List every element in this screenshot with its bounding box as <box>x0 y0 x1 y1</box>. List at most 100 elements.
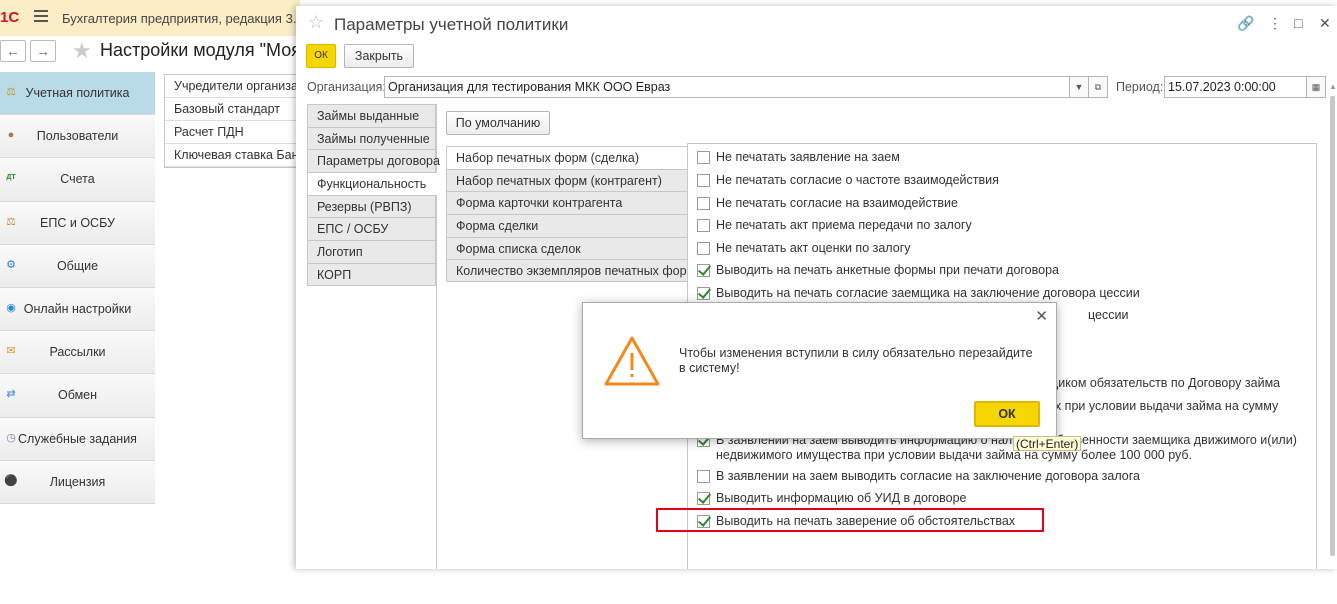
tab-logo[interactable]: Логотип <box>307 240 436 263</box>
dropdown-arrow-icon[interactable]: ▼ <box>1069 76 1089 98</box>
arrow-left-icon[interactable]: ← <box>0 40 26 62</box>
clock-icon: ◷ <box>6 431 16 444</box>
checkbox[interactable] <box>697 242 710 255</box>
subtab-print-forms-deal[interactable]: Набор печатных форм (сделка) <box>446 146 688 169</box>
checkbox[interactable] <box>697 174 710 187</box>
app-header: 1С Бухгалтерия предприятия, редакция 3.0… <box>0 0 312 36</box>
sidebar-item-label: Рассылки <box>49 345 106 360</box>
sidebar-item-label: Служебные задания <box>18 431 137 446</box>
option-no-print-pledge-transfer-act[interactable]: Не печатать акт приема передачи по залог… <box>697 218 1306 233</box>
highlight-box <box>656 508 1044 532</box>
period-label: Период: <box>1116 80 1164 94</box>
favorite-star-icon[interactable]: ★ <box>72 38 92 64</box>
sidebar-item-label: ЕПС и ОСБУ <box>40 215 115 230</box>
sidebar-item-accounts[interactable]: ДТ Счета <box>0 158 155 202</box>
scroll-thumb[interactable] <box>1330 96 1335 556</box>
option-print-cession-consent[interactable]: Выводить на печать согласие заемщика на … <box>697 286 1306 301</box>
tab-functionality[interactable]: Функциональность <box>307 172 437 195</box>
accounting-policy-window: ☆ Параметры учетной политики 🔗 ⋮ □ ✕ ОК … <box>296 6 1337 569</box>
more-icon[interactable]: ⋮ <box>1268 15 1282 32</box>
checkbox[interactable] <box>697 264 710 277</box>
menu-icon[interactable] <box>34 10 48 22</box>
scroll-up-icon[interactable]: ▲ <box>1329 82 1337 91</box>
sidebar-item-mailings[interactable]: ✉ Рассылки <box>0 331 155 375</box>
subtab-counterparty-card-form[interactable]: Форма карточки контрагента <box>446 191 688 215</box>
option-uid-info[interactable]: Выводить информацию об УИД в договоре <box>697 491 1306 506</box>
sidebar-item-label: Лицензия <box>49 474 106 489</box>
subtab-print-forms-counterparty[interactable]: Набор печатных форм (контрагент) <box>446 168 688 192</box>
checkbox[interactable] <box>697 287 710 300</box>
organization-field[interactable]: Организация для тестирования МКК ООО Евр… <box>384 76 1071 98</box>
option-no-print-interaction-consent[interactable]: Не печатать согласие на взаимодействие <box>697 196 1306 211</box>
tab-eps-osbu[interactable]: ЕПС / ОСБУ <box>307 217 436 241</box>
option-partial-cession: цессии <box>1088 308 1129 322</box>
list-item[interactable]: Учредители организа <box>165 75 300 98</box>
tab-korp[interactable]: КОРП <box>307 262 436 286</box>
sub-tabs: Набор печатных форм (сделка) Набор печат… <box>446 146 688 283</box>
option-print-questionnaires[interactable]: Выводить на печать анкетные формы при пе… <box>697 263 1306 278</box>
sidebar-item-service-tasks[interactable]: ◷ Служебные задания <box>0 417 155 461</box>
sidebar-item-eps-osbu[interactable]: ⚖ ЕПС и ОСБУ <box>0 201 155 245</box>
checkbox[interactable] <box>697 197 710 210</box>
scales-icon: ⚖ <box>6 215 16 228</box>
option-partial-obligations: щиком обязательств по Договору займа <box>1048 376 1281 390</box>
subtab-deal-form[interactable]: Форма сделки <box>446 214 688 237</box>
sidebar-item-accounting-policy[interactable]: ⚖ Учетная политика <box>0 72 155 116</box>
ok-button[interactable]: ОК <box>306 44 336 68</box>
scrollbar[interactable]: ▲ <box>1328 82 1337 569</box>
dialog-message: Чтобы изменения вступили в силу обязател… <box>679 346 1033 375</box>
sidebar-item-label: Пользователи <box>36 129 119 144</box>
option-no-print-pledge-valuation-act[interactable]: Не печатать акт оценки по залогу <box>697 241 1306 256</box>
key-icon: ⚫ <box>4 474 18 487</box>
window-title: Параметры учетной политики <box>334 15 569 34</box>
organization-label: Организация: <box>307 80 386 94</box>
maximize-icon[interactable]: □ <box>1294 15 1302 31</box>
option-partial-loan-amount: ах при условии выдачи займа на сумму <box>1048 399 1279 413</box>
close-icon[interactable]: ✕ <box>1319 15 1331 32</box>
accounts-dt-kt-icon: ДТ <box>6 174 16 182</box>
sidebar: ⚖ Учетная политика ● Пользователи ДТ Сче… <box>0 72 155 504</box>
list-item[interactable]: Базовый стандарт <box>165 98 300 121</box>
open-icon[interactable]: ⧉ <box>1088 76 1108 98</box>
option-pledge-contract-consent[interactable]: В заявлении на заем выводить согласие на… <box>697 469 1306 484</box>
period-field[interactable]: 15.07.2023 0:00:00 <box>1164 76 1307 98</box>
gear-icon: ⚙ <box>6 258 16 271</box>
option-no-print-frequency-consent[interactable]: Не печатать согласие о частоте взаимодей… <box>697 173 1306 188</box>
navigation-row: ← → ★ Настройки модуля "Моя М <box>0 38 321 64</box>
sidebar-item-exchange[interactable]: ⇄ Обмен <box>0 374 155 418</box>
checkbox[interactable] <box>697 151 710 164</box>
exchange-icon: ⇄ <box>6 388 16 401</box>
option-no-print-application[interactable]: Не печатать заявление на заем <box>697 150 1306 165</box>
arrow-right-icon[interactable]: → <box>30 40 56 62</box>
favorite-star-icon[interactable]: ☆ <box>308 12 324 33</box>
tab-reserves[interactable]: Резервы (РВПЗ) <box>307 194 436 218</box>
sidebar-item-label: Счета <box>60 172 95 187</box>
sidebar-item-license[interactable]: ⚫ Лицензия <box>0 460 155 504</box>
checkbox[interactable] <box>697 219 710 232</box>
close-button[interactable]: Закрыть <box>344 44 414 68</box>
list-item[interactable]: Ключевая ставка Банк <box>165 144 300 167</box>
tab-contract-params[interactable]: Параметры договора <box>307 149 440 173</box>
close-icon[interactable]: ✕ <box>1035 307 1048 325</box>
sidebar-item-label: Онлайн настройки <box>23 302 132 317</box>
checkbox[interactable] <box>697 492 710 505</box>
checkbox[interactable] <box>697 470 710 483</box>
subtab-print-copies-count[interactable]: Количество экземпляров печатных форм <box>446 259 688 283</box>
settings-list: Учредители организа Базовый стандарт Рас… <box>164 74 300 168</box>
sidebar-item-online-settings[interactable]: ◉ Онлайн настройки <box>0 287 155 332</box>
link-icon[interactable]: 🔗 <box>1237 15 1254 32</box>
globe-icon: ◉ <box>6 301 16 314</box>
tab-loans-issued[interactable]: Займы выданные <box>307 104 436 127</box>
sidebar-item-label: Учетная политика <box>25 86 130 101</box>
dialog-ok-button[interactable]: ОК <box>974 401 1040 427</box>
tab-loans-received[interactable]: Займы полученные <box>307 126 436 150</box>
list-item[interactable]: Расчет ПДН <box>165 121 300 144</box>
subtab-deal-list-form[interactable]: Форма списка сделок <box>446 236 688 260</box>
sidebar-item-general[interactable]: ⚙ Общие <box>0 244 155 288</box>
default-button[interactable]: По умолчанию <box>446 111 550 135</box>
envelope-icon: ✉ <box>6 345 16 358</box>
sidebar-item-users[interactable]: ● Пользователи <box>0 115 155 159</box>
app-logo: 1С <box>0 9 20 26</box>
shortcut-tooltip: (Ctrl+Enter) <box>1013 436 1082 451</box>
calendar-icon[interactable]: ▦ <box>1306 76 1326 98</box>
